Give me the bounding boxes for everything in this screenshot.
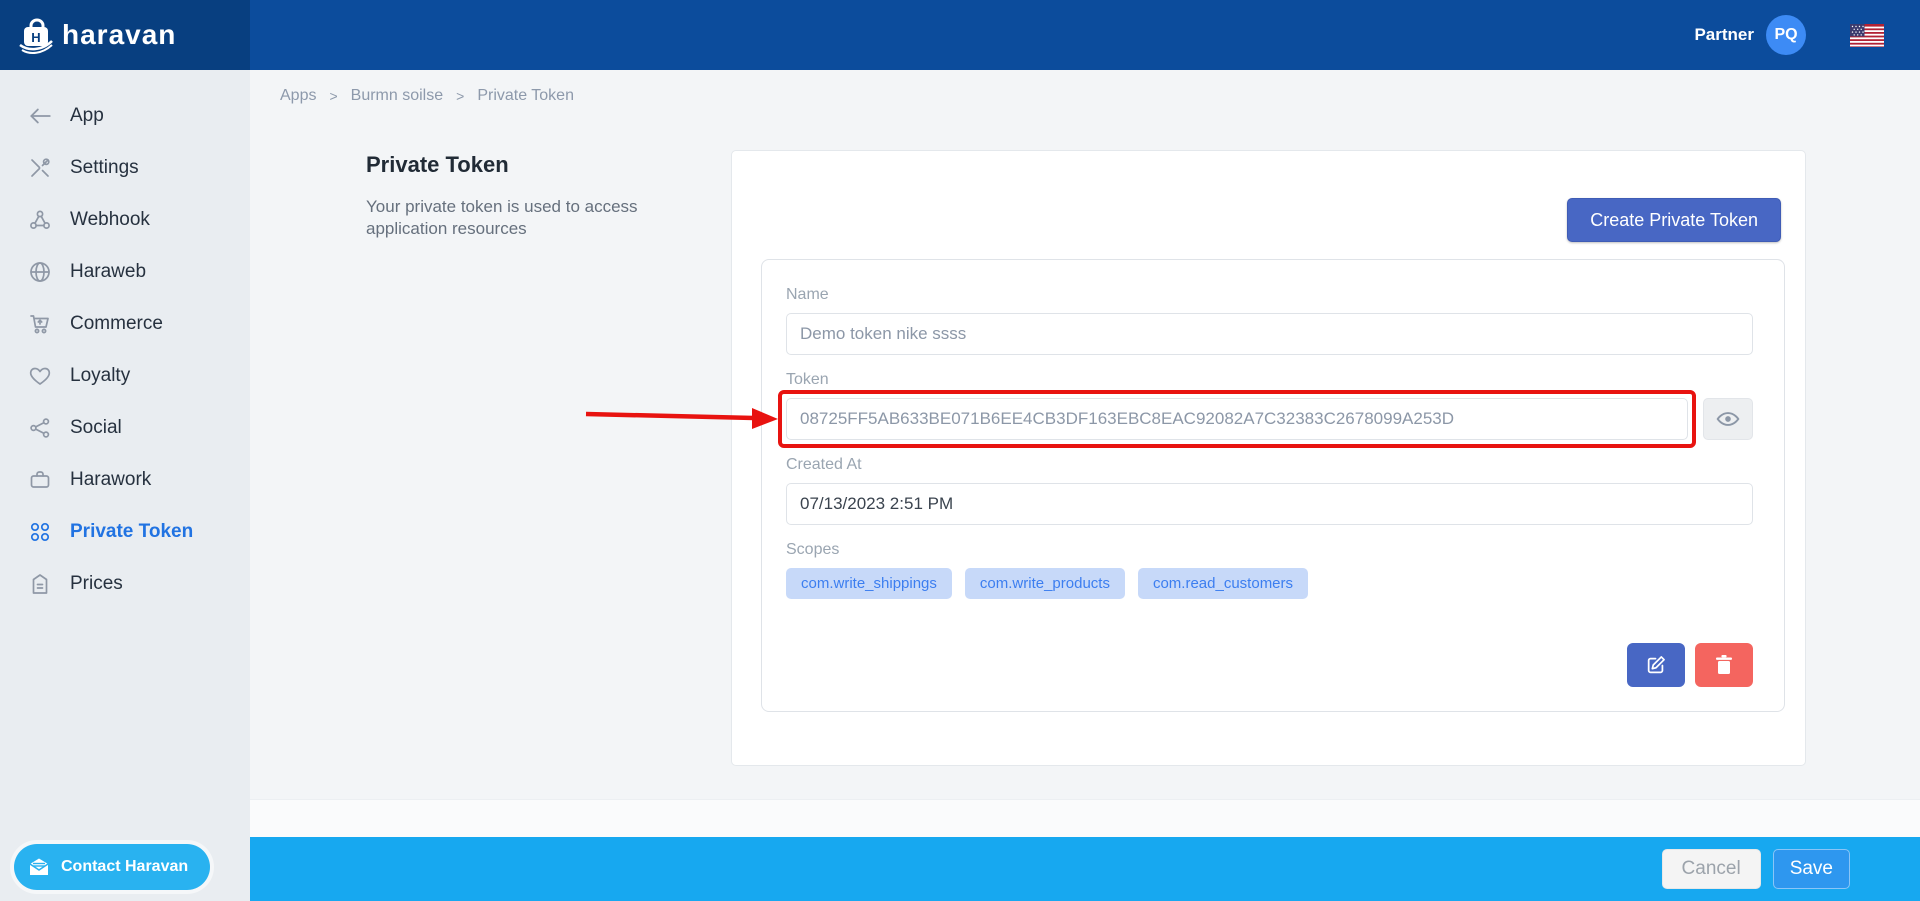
- page-description: Your private token is used to access app…: [366, 196, 651, 241]
- name-label: Name: [786, 286, 1753, 304]
- delete-token-button[interactable]: [1695, 643, 1753, 687]
- avatar[interactable]: PQ: [1766, 15, 1806, 55]
- sidebar-item-prices[interactable]: Prices: [0, 558, 250, 610]
- sidebar-item-label: Haraweb: [70, 261, 146, 283]
- eye-icon: [1715, 406, 1741, 432]
- edit-pencil-icon: [1645, 654, 1667, 676]
- heart-icon: [27, 363, 53, 389]
- scope-chip[interactable]: com.write_shippings: [786, 568, 952, 599]
- sidebar-item-label: Harawork: [70, 469, 151, 491]
- annotation-arrow: [584, 404, 778, 432]
- breadcrumb-separator: >: [456, 88, 464, 104]
- sidebar-item-private-token[interactable]: Private Token: [0, 506, 250, 558]
- breadcrumb-apps[interactable]: Apps: [280, 87, 316, 105]
- main-content: Apps > Burmn soilse > Private Token Priv…: [250, 70, 1920, 837]
- sidebar-item-label: Settings: [70, 157, 139, 179]
- private-token-card: Create Private Token Name Token: [731, 150, 1806, 766]
- token-label: Token: [786, 371, 1753, 389]
- created-at-label: Created At: [786, 456, 1753, 474]
- scope-chip[interactable]: com.read_customers: [1138, 568, 1308, 599]
- brand-logo[interactable]: H haravan: [0, 0, 250, 70]
- content-row: Private Token Your private token is used…: [250, 150, 1920, 766]
- sidebar-item-haraweb[interactable]: Haraweb: [0, 246, 250, 298]
- sidebar-item-label: App: [70, 105, 104, 127]
- share-icon: [27, 415, 53, 441]
- briefcase-icon: [27, 467, 53, 493]
- scope-chip-list: com.write_shippings com.write_products c…: [786, 568, 1753, 599]
- sidebar-item-label: Prices: [70, 573, 123, 595]
- tag-icon: [27, 571, 53, 597]
- name-field-group: Name: [786, 286, 1753, 355]
- envelope-icon: [27, 855, 51, 879]
- section-intro: Private Token Your private token is used…: [366, 150, 731, 241]
- sidebar-item-label: Private Token: [70, 521, 193, 543]
- edit-token-button[interactable]: [1627, 643, 1685, 687]
- save-button[interactable]: Save: [1773, 849, 1850, 889]
- breadcrumb-app-name[interactable]: Burmn soilse: [351, 87, 443, 105]
- breadcrumb-separator: >: [329, 88, 337, 104]
- topbar-right: Partner PQ: [1694, 15, 1920, 55]
- token-field-group: Token: [786, 371, 1753, 440]
- breadcrumb: Apps > Burmn soilse > Private Token: [250, 70, 1920, 106]
- cancel-button[interactable]: Cancel: [1662, 849, 1761, 889]
- brand-wordmark: haravan: [62, 19, 176, 51]
- sidebar-item-commerce[interactable]: Commerce: [0, 298, 250, 350]
- partner-label: Partner: [1694, 25, 1754, 45]
- scopes-label: Scopes: [786, 541, 1753, 559]
- name-input[interactable]: [786, 313, 1753, 355]
- haravan-bag-icon: H: [16, 14, 58, 56]
- top-bar: H haravan Partner PQ: [0, 0, 1920, 70]
- created-at-field-group: Created At: [786, 456, 1753, 525]
- sidebar-item-settings[interactable]: Settings: [0, 142, 250, 194]
- footer-action-bar: Cancel Save: [250, 837, 1920, 901]
- scope-chip[interactable]: com.write_products: [965, 568, 1125, 599]
- token-row: [786, 398, 1753, 440]
- sidebar-items: App Settings Webhook Haraweb Commerce: [0, 70, 250, 610]
- grid-icon: [27, 519, 53, 545]
- svg-text:H: H: [31, 30, 40, 45]
- token-input[interactable]: [786, 398, 1688, 440]
- contact-haravan-button[interactable]: Contact Haravan: [14, 844, 210, 890]
- sidebar-item-label: Webhook: [70, 209, 150, 231]
- sidebar-item-loyalty[interactable]: Loyalty: [0, 350, 250, 402]
- sidebar-item-webhook[interactable]: Webhook: [0, 194, 250, 246]
- sidebar-item-label: Commerce: [70, 313, 163, 335]
- created-at-input[interactable]: [786, 483, 1753, 525]
- toggle-token-visibility-button[interactable]: [1703, 398, 1753, 440]
- contact-haravan-label: Contact Haravan: [61, 858, 188, 876]
- scopes-field-group: Scopes com.write_shippings com.write_pro…: [786, 541, 1753, 599]
- token-actions: [786, 643, 1753, 687]
- sidebar-item-label: Social: [70, 417, 122, 439]
- sidebar-item-social[interactable]: Social: [0, 402, 250, 454]
- breadcrumb-current: Private Token: [477, 87, 574, 105]
- token-detail-card: Name Token: [761, 259, 1785, 712]
- sidebar-item-label: Loyalty: [70, 365, 130, 387]
- globe-icon: [27, 259, 53, 285]
- sidebar-item-harawork[interactable]: Harawork: [0, 454, 250, 506]
- arrow-left-icon: [27, 103, 53, 129]
- sidebar: App Settings Webhook Haraweb Commerce: [0, 70, 250, 901]
- tools-icon: [27, 155, 53, 181]
- webhook-icon: [27, 207, 53, 233]
- cart-icon: [27, 311, 53, 337]
- card-toolbar: Create Private Token: [761, 198, 1785, 242]
- trash-icon: [1714, 654, 1734, 676]
- page-title: Private Token: [366, 152, 731, 178]
- pre-footer-strip: [250, 799, 1920, 837]
- us-flag-icon[interactable]: [1850, 24, 1884, 47]
- create-private-token-button[interactable]: Create Private Token: [1567, 198, 1781, 242]
- sidebar-item-app[interactable]: App: [0, 90, 250, 142]
